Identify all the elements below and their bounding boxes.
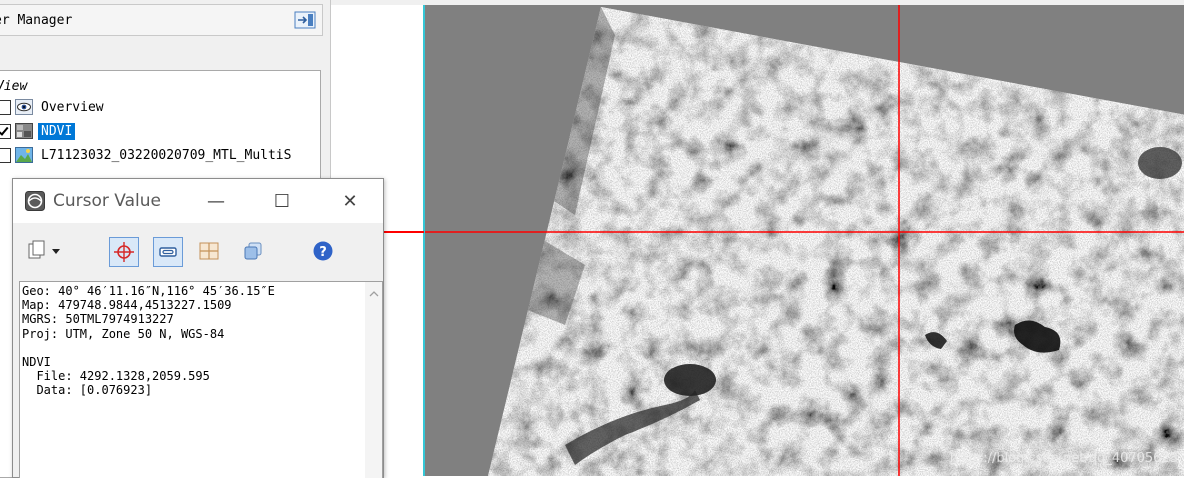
link-icon[interactable]	[153, 237, 183, 267]
overview-eye-icon	[15, 99, 33, 115]
tree-item-label: NDVI	[38, 122, 76, 140]
scroll-up-arrow-icon[interactable]	[365, 288, 382, 300]
grid-icon[interactable]	[195, 237, 223, 265]
minimize-button[interactable]: —	[193, 179, 239, 223]
tree-item-landsat[interactable]: L71123032_03220020709_MTL_MultiS	[0, 145, 294, 165]
landsat-checkbox[interactable]	[0, 147, 11, 163]
tree-item-overview[interactable]: Overview	[0, 97, 107, 117]
overview-checkbox[interactable]	[0, 99, 11, 115]
cursor-value-title: Cursor Value	[53, 191, 161, 211]
tree-root-label: View	[0, 79, 28, 94]
crosshair-icon[interactable]	[109, 237, 139, 267]
watermark-text: https://blog.csdn.net/qq_40705623	[949, 451, 1178, 466]
proj-line: Proj: UTM, Zone 50 N, WGS-84	[22, 326, 225, 341]
close-button[interactable]: ✕	[327, 179, 373, 223]
cursor-value-output[interactable]: Geo: 40° 46′11.16″N,116° 45′36.15″E Map: …	[19, 281, 383, 478]
image-view: https://blog.csdn.net/qq_40705623	[331, 0, 1184, 476]
layer-name-line: NDVI	[22, 355, 51, 370]
cursor-value-titlebar[interactable]: Cursor Value — ☐ ✕	[13, 179, 383, 223]
cursor-value-app-icon	[25, 191, 45, 211]
ndvi-raster-display	[425, 5, 1184, 476]
maximize-button[interactable]: ☐	[259, 179, 305, 223]
vertical-scrollbar[interactable]	[365, 282, 382, 478]
tree-item-label: Overview	[41, 99, 104, 115]
data-line: Data: [0.076923]	[22, 383, 153, 398]
svg-text:?: ?	[319, 245, 327, 260]
cursor-value-toolbar: ?	[13, 229, 383, 281]
cursor-value-dialog: Cursor Value — ☐ ✕ ? Geo: 40° 46′11.16″N…	[12, 178, 384, 478]
tree-item-label: L71123032_03220020709_MTL_MultiS	[41, 147, 292, 163]
file-line: File: 4292.1328,2059.595	[22, 369, 210, 384]
geo-line: Geo: 40° 46′11.16″N,116° 45′36.15″E	[22, 284, 275, 298]
tree-item-ndvi[interactable]: NDVI	[0, 121, 76, 141]
raster-gray-icon	[15, 123, 33, 139]
cursor-value-text: Geo: 40° 46′11.16″N,116° 45′36.15″E Map: …	[22, 284, 275, 398]
dock-panel-icon[interactable]	[294, 11, 316, 29]
map-line: Map: 479748.9844,4513227.1509	[22, 298, 232, 313]
help-icon[interactable]: ?	[309, 237, 337, 265]
copy-dropdown-icon[interactable]	[25, 237, 69, 265]
layer-manager-titlebar[interactable]: er Manager	[0, 4, 323, 36]
image-canvas[interactable]: https://blog.csdn.net/qq_40705623	[423, 5, 1184, 476]
layer-manager-title: er Manager	[0, 13, 73, 28]
stack-icon[interactable]	[239, 237, 267, 265]
mgrs-line: MGRS: 50TML7974913227	[22, 312, 174, 327]
ndvi-checkbox[interactable]	[0, 123, 11, 139]
raster-color-icon	[15, 147, 33, 163]
